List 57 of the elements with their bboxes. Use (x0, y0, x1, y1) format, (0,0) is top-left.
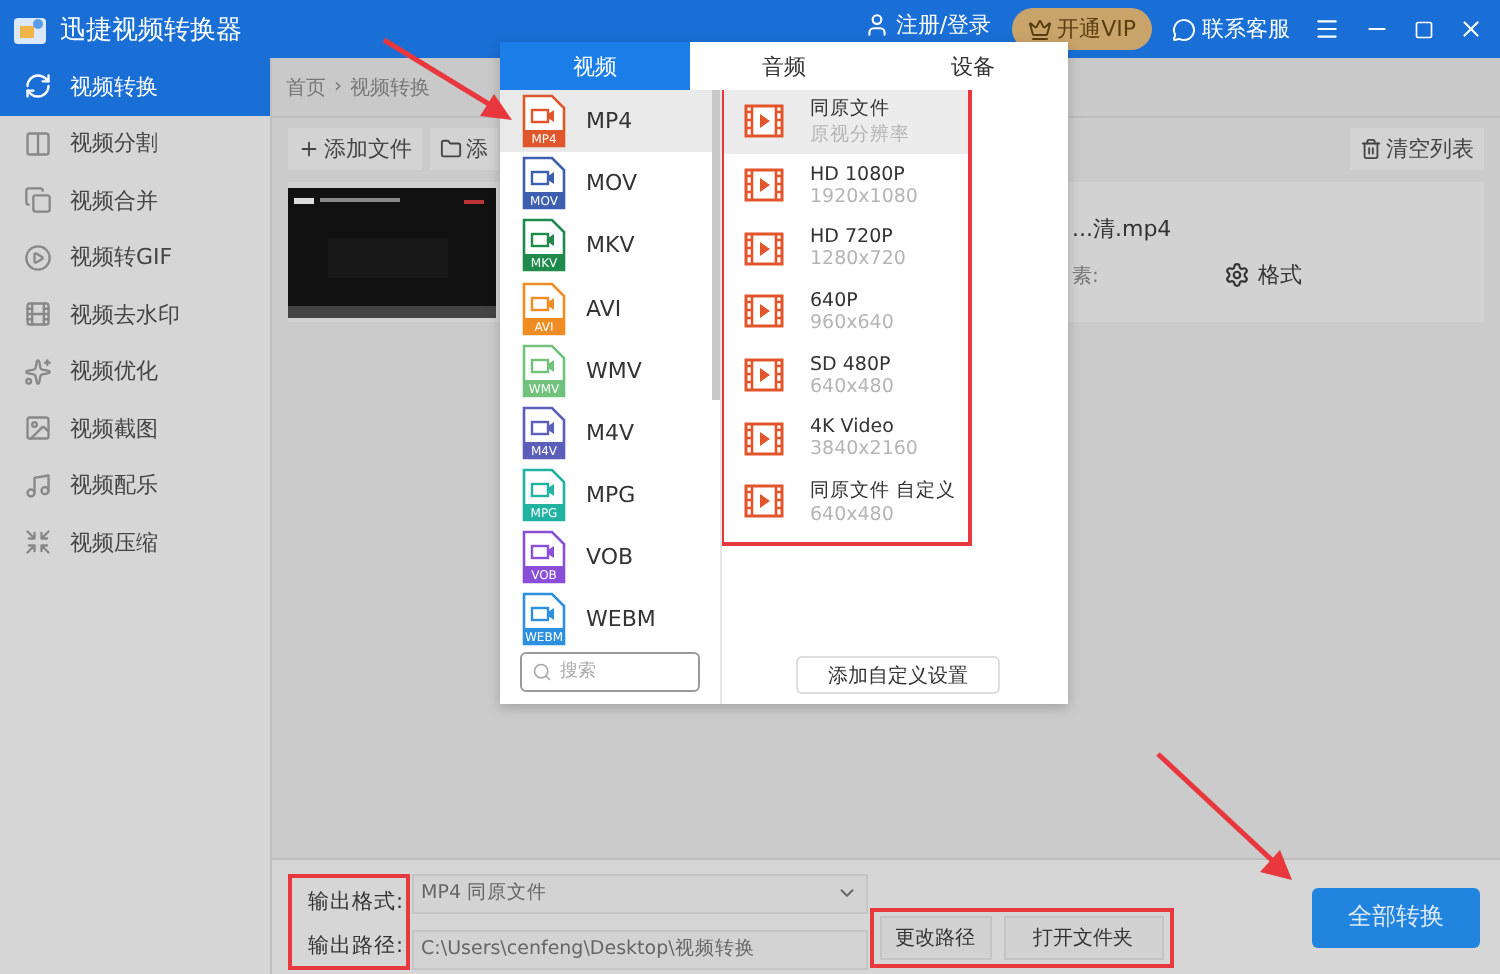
add-folder-button[interactable]: 添 (430, 128, 498, 170)
swap-icon (24, 72, 52, 101)
sparkle-icon (24, 357, 52, 386)
clear-list-button[interactable]: 清空列表 (1350, 128, 1484, 170)
close-icon[interactable] (1458, 16, 1484, 42)
sidebar-item[interactable]: 视频合并 (0, 172, 270, 229)
format-button[interactable]: 格式 (1224, 260, 1302, 290)
copy-icon (24, 186, 52, 215)
add-file-button[interactable]: 添加文件 (288, 128, 422, 170)
format-tab[interactable]: 音频 (689, 42, 879, 90)
search-icon (532, 661, 552, 682)
plus-icon (298, 138, 320, 160)
sidebar-item[interactable]: 视频压缩 (0, 514, 270, 571)
trash-icon (1360, 138, 1382, 160)
sidebar-item[interactable]: 视频截图 (0, 400, 270, 457)
login-link[interactable]: 注册/登录 (863, 9, 992, 39)
format-tab[interactable]: 设备 (878, 42, 1069, 90)
play-icon (24, 243, 52, 272)
film-icon (744, 104, 784, 139)
path-field[interactable]: C:\Users\cenfeng\Desktop\视频转换 (411, 929, 868, 969)
gear-icon (1224, 262, 1250, 288)
crown-icon (1027, 17, 1052, 41)
music-icon (24, 471, 52, 500)
sidebar-item[interactable]: 视频去水印 (0, 286, 270, 343)
user-icon (863, 11, 890, 37)
film-icon (744, 484, 784, 519)
folder-icon (440, 138, 462, 160)
film-icon (744, 421, 784, 456)
sidebar-item[interactable]: 视频分割 (0, 115, 270, 172)
breadcrumb-separator: › (334, 76, 342, 98)
maximize-icon[interactable] (1414, 19, 1434, 39)
add-custom-button[interactable]: 添加自定义设置 (796, 656, 1000, 694)
chat-icon (1172, 17, 1196, 41)
sidebar-item[interactable]: 视频优化 (0, 343, 270, 400)
film-icon (744, 358, 784, 393)
film-icon (24, 300, 52, 329)
sidebar-item[interactable]: 视频配乐 (0, 457, 270, 514)
vip-button[interactable]: 开通VIP (1011, 8, 1152, 50)
image-icon (24, 414, 52, 443)
format-dropdown[interactable]: MP4 同原文件 (411, 873, 868, 913)
open-folder-button[interactable]: 打开文件夹 (1003, 916, 1164, 960)
support-link[interactable]: 联系客服 (1172, 14, 1290, 44)
output-path-label: 输出路径: (308, 931, 404, 959)
sidebar-item[interactable]: 视频转换 (0, 58, 270, 115)
file-info: 素: (1072, 263, 1101, 289)
change-path-button[interactable]: 更改路径 (879, 916, 992, 960)
sidebar-item[interactable]: 视频转GIF (0, 229, 270, 286)
film-icon (744, 168, 784, 203)
film-icon (744, 294, 784, 329)
menu-icon[interactable] (1314, 16, 1340, 42)
split-icon (24, 129, 52, 158)
window-title: 迅捷视频转换器 (60, 13, 244, 47)
file-name: ...清.mp4 (1072, 214, 1174, 244)
film-icon (744, 231, 784, 266)
format-tab[interactable]: 视频 (500, 42, 690, 90)
shrink-icon (24, 528, 52, 557)
output-format-label: 输出格式: (308, 887, 404, 915)
